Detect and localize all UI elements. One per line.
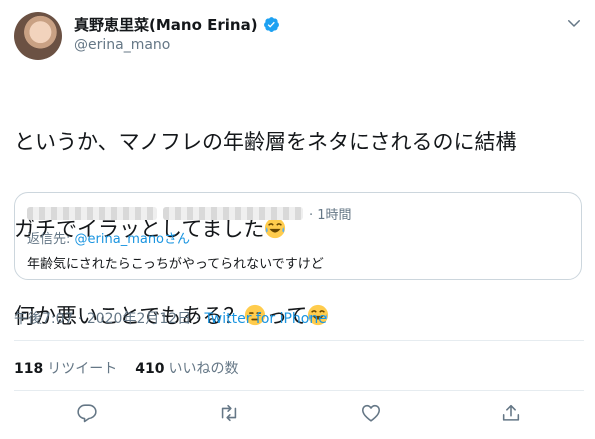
meta-separator: · [77,311,83,327]
blurred-author-name [27,206,157,220]
avatar[interactable] [14,12,62,60]
blurred-author-handle [163,206,303,220]
author-handle[interactable]: @erina_mano [74,37,170,53]
likes-label: いいねの数 [168,361,239,377]
tweet-stats: 118 リツイート 410 いいねの数 [14,358,238,378]
tweet-line-1: というか、マノフレの年齢層をネタにされるのに結構 [14,130,517,154]
retweets-count: 118 [14,361,44,377]
likes-count: 410 [135,361,165,377]
retweets-stat[interactable]: 118 リツイート [14,358,117,378]
tweet-time[interactable]: 午後7:07 [14,311,73,327]
verified-badge-icon [263,17,279,32]
share-icon[interactable] [500,402,522,424]
retweets-label: リツイート [47,361,118,377]
quoted-tweet-time: · 1時間 [309,207,352,223]
divider [14,390,584,391]
quoted-reply-to: 返信先: @erina_manoさん [27,228,569,247]
divider [14,340,584,341]
likes-stat[interactable]: 410 いいねの数 [135,358,238,378]
retweet-icon[interactable] [218,402,240,424]
like-icon[interactable] [360,402,382,424]
author-display-name[interactable]: 真野恵里菜(Mano Erina) [74,14,258,35]
author-name-row: 真野恵里菜(Mano Erina) [74,14,280,35]
reply-to-prefix: 返信先: [27,232,71,247]
meta-separator: · [195,311,201,327]
reply-icon[interactable] [76,402,98,424]
tweet-metadata: 午後7:07 · 2020年2月12日 · Twitter for iPhone [14,308,327,328]
quoted-tweet-text: 年齢気にされたらこっちがやってられないですけど [27,257,324,272]
quoted-tweet-header: · 1時間 [27,202,569,224]
tweet-source-link[interactable]: Twitter for iPhone [205,311,327,327]
quoted-tweet-card[interactable]: · 1時間 返信先: @erina_manoさん 年齢気にされたらこっちがやって… [14,192,582,280]
chevron-down-icon[interactable] [565,14,583,32]
tweet-action-bar [0,402,595,428]
reply-to-handle-link[interactable]: @erina_manoさん [75,232,190,247]
tweet-date[interactable]: 2020年2月12日 [87,311,191,327]
